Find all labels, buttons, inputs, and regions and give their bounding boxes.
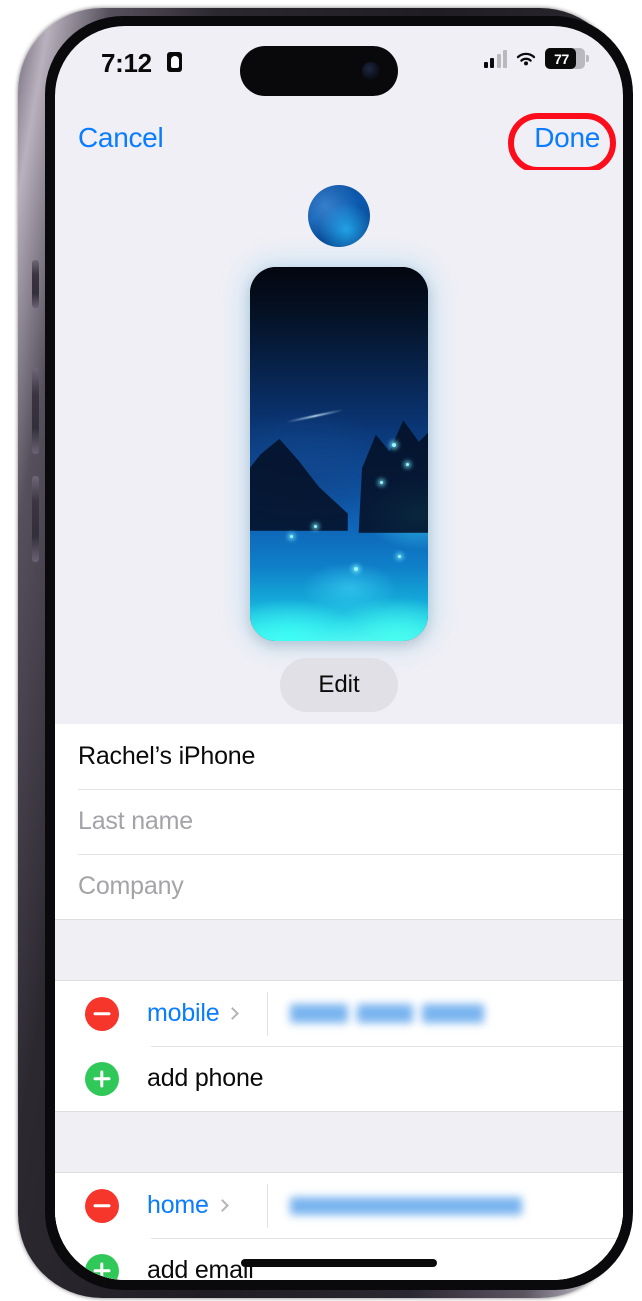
wifi-icon bbox=[516, 52, 536, 65]
done-button[interactable]: Done bbox=[534, 122, 600, 154]
phone-screen: 7:12 77 Cancel Done Edit Rachel’s iPhone… bbox=[55, 26, 623, 1280]
email-value-field[interactable] bbox=[267, 1183, 623, 1228]
email-label: home bbox=[147, 1191, 209, 1219]
phone-group: mobile add phone bbox=[55, 981, 623, 1111]
plus-circle-icon[interactable] bbox=[85, 1061, 119, 1096]
phone-label: mobile bbox=[147, 999, 220, 1027]
poster-glow-dot bbox=[392, 443, 396, 447]
first-name-value: Rachel’s iPhone bbox=[78, 742, 256, 770]
add-email-label: add email bbox=[147, 1256, 254, 1280]
contact-poster-section: Edit bbox=[55, 170, 623, 724]
poster-glow-dot bbox=[406, 463, 409, 466]
chevron-right-icon bbox=[226, 1007, 240, 1020]
cancel-button[interactable]: Cancel bbox=[78, 122, 164, 154]
last-name-placeholder: Last name bbox=[78, 807, 193, 835]
poster-glow-dot bbox=[314, 525, 317, 528]
cellular-signal-icon bbox=[483, 49, 507, 68]
poster-glow-dot bbox=[290, 535, 293, 538]
device-frame: 7:12 77 Cancel Done Edit Rachel’s iPhone… bbox=[18, 8, 633, 1298]
contact-form-list: Rachel’s iPhone Last name Company mobile bbox=[55, 724, 623, 1280]
contact-poster-preview[interactable] bbox=[250, 267, 428, 641]
contact-avatar[interactable] bbox=[308, 185, 370, 247]
navigation-bar: Cancel Done bbox=[55, 113, 623, 173]
phone-entry-row[interactable]: mobile bbox=[55, 981, 623, 1046]
phone-label-button[interactable]: mobile bbox=[147, 999, 267, 1028]
company-field[interactable]: Company bbox=[55, 854, 623, 919]
status-time: 7:12 bbox=[101, 48, 152, 78]
first-name-field[interactable]: Rachel’s iPhone bbox=[55, 724, 623, 789]
section-spacer bbox=[55, 1111, 623, 1173]
minus-circle-icon[interactable] bbox=[85, 996, 119, 1031]
front-camera-icon bbox=[362, 62, 380, 80]
email-entry-row[interactable]: home bbox=[55, 1173, 623, 1238]
plus-circle-icon[interactable] bbox=[85, 1253, 119, 1280]
dynamic-island bbox=[240, 46, 398, 96]
phone-value-redacted bbox=[290, 1004, 484, 1023]
minus-circle-icon[interactable] bbox=[85, 1188, 119, 1223]
poster-glow-dot bbox=[398, 555, 401, 558]
poster-glow-dot bbox=[354, 567, 358, 571]
edit-poster-button[interactable]: Edit bbox=[280, 658, 398, 712]
add-phone-label: add phone bbox=[147, 1064, 264, 1092]
home-indicator[interactable] bbox=[241, 1259, 437, 1267]
email-value-redacted bbox=[290, 1196, 522, 1215]
company-placeholder: Company bbox=[78, 872, 184, 900]
phone-value-field[interactable] bbox=[267, 991, 623, 1036]
poster-glow-dot bbox=[380, 481, 383, 484]
battery-level: 77 bbox=[554, 50, 569, 67]
add-phone-row[interactable]: add phone bbox=[55, 1046, 623, 1111]
section-spacer bbox=[55, 919, 623, 981]
chevron-right-icon bbox=[215, 1199, 229, 1212]
status-indicators: 77 bbox=[483, 48, 589, 69]
action-button[interactable] bbox=[32, 260, 39, 308]
volume-down-button[interactable] bbox=[32, 476, 39, 562]
battery-icon: 77 bbox=[545, 48, 589, 69]
volume-up-button[interactable] bbox=[32, 368, 39, 454]
email-label-button[interactable]: home bbox=[147, 1191, 267, 1220]
contact-badge-icon bbox=[167, 52, 182, 72]
last-name-field[interactable]: Last name bbox=[55, 789, 623, 854]
status-bar: 7:12 77 bbox=[55, 26, 623, 98]
name-fields-group: Rachel’s iPhone Last name Company bbox=[55, 724, 623, 919]
